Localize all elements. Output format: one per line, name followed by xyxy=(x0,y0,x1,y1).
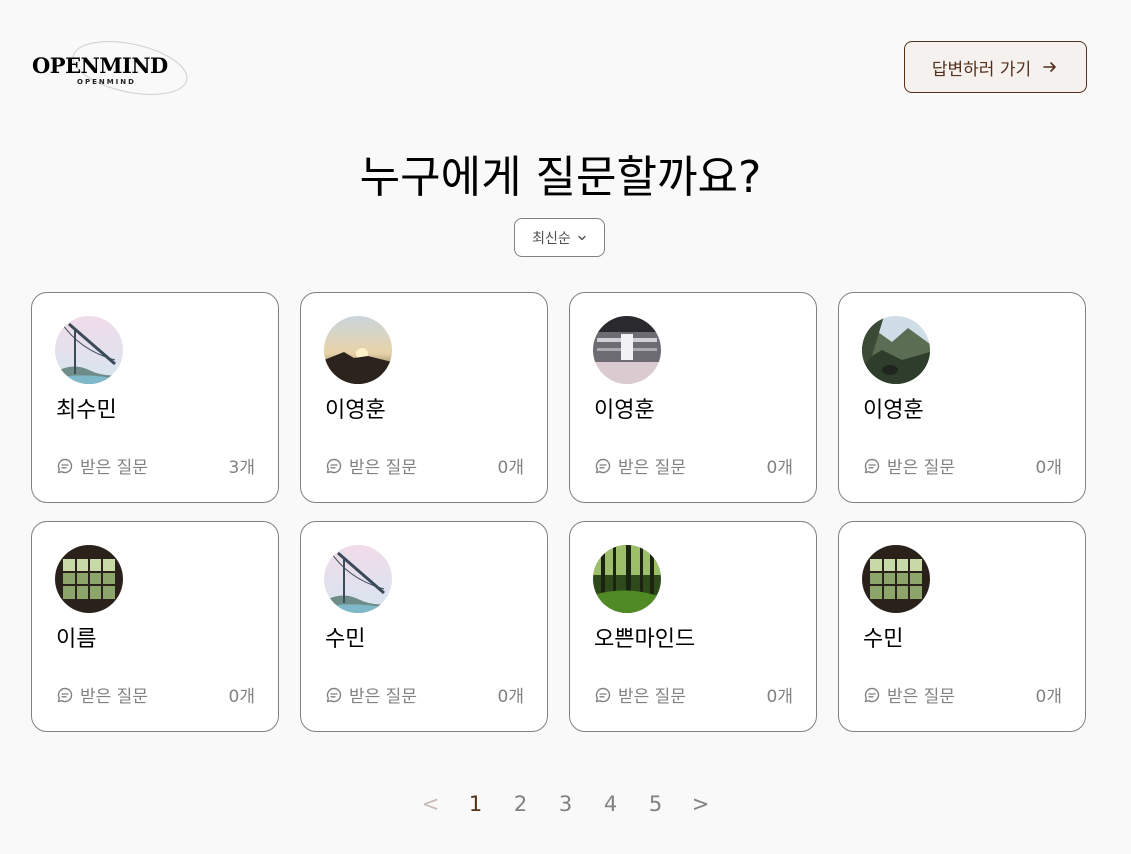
next-page-button[interactable]: > xyxy=(678,786,723,822)
avatar xyxy=(862,316,930,384)
logo-subtext: OPENMIND xyxy=(77,78,136,86)
question-stats: 받은 질문 3개 xyxy=(56,453,255,478)
question-count: 0개 xyxy=(766,458,793,478)
subject-card-grid: 최수민 받은 질문 3개 이영훈 받은 질문 0개 이영훈 받은 질문 0개 이… xyxy=(31,292,1086,732)
page-5-button[interactable]: 5 xyxy=(633,786,678,822)
questions-label: 받은 질문 xyxy=(618,458,686,478)
page-title: 누구에게 질문할까요? xyxy=(359,152,762,203)
questions-label: 받은 질문 xyxy=(618,687,686,707)
questions-label: 받은 질문 xyxy=(887,687,955,707)
chevron-down-icon xyxy=(578,235,586,240)
subject-name: 이영훈 xyxy=(325,398,386,423)
sort-label: 최신순 xyxy=(532,230,571,247)
questions-label: 받은 질문 xyxy=(887,458,955,478)
subject-card[interactable]: 이영훈 받은 질문 0개 xyxy=(838,292,1086,503)
questions-label: 받은 질문 xyxy=(349,687,417,707)
question-count: 0개 xyxy=(497,458,524,478)
logo-wordmark: OPENMIND xyxy=(32,53,168,78)
message-icon xyxy=(595,458,611,473)
question-stats: 받은 질문 0개 xyxy=(863,682,1062,707)
subject-card[interactable]: 이영훈 받은 질문 0개 xyxy=(569,292,817,503)
question-stats: 받은 질문 0개 xyxy=(594,453,793,478)
page-2-button[interactable]: 2 xyxy=(498,786,543,822)
question-count: 0개 xyxy=(766,687,793,707)
subject-card[interactable]: 오쁜마인드 받은 질문 0개 xyxy=(569,521,817,732)
questions-label: 받은 질문 xyxy=(80,458,148,478)
page-3-button[interactable]: 3 xyxy=(543,786,588,822)
question-stats: 받은 질문 0개 xyxy=(863,453,1062,478)
question-label-group: 받은 질문 xyxy=(863,453,955,478)
subject-name: 오쁜마인드 xyxy=(594,627,696,652)
question-stats: 받은 질문 0개 xyxy=(56,682,255,707)
arrow-right-icon xyxy=(1043,62,1056,72)
question-label-group: 받은 질문 xyxy=(56,453,148,478)
question-count: 0개 xyxy=(1035,687,1062,707)
message-icon xyxy=(864,687,880,702)
question-count: 0개 xyxy=(228,687,255,707)
question-label-group: 받은 질문 xyxy=(325,453,417,478)
prev-page-button[interactable]: < xyxy=(408,786,453,822)
subject-card[interactable]: 이름 받은 질문 0개 xyxy=(31,521,279,732)
subject-card[interactable]: 최수민 받은 질문 3개 xyxy=(31,292,279,503)
question-label-group: 받은 질문 xyxy=(56,682,148,707)
avatar xyxy=(324,316,392,384)
question-label-group: 받은 질문 xyxy=(594,453,686,478)
subject-name: 이영훈 xyxy=(594,398,655,423)
go-answer-button[interactable]: 답변하러 가기 xyxy=(904,41,1087,93)
avatar xyxy=(593,316,661,384)
message-icon xyxy=(595,687,611,702)
avatar xyxy=(593,545,661,613)
subject-card[interactable]: 수민 받은 질문 0개 xyxy=(300,521,548,732)
subject-card[interactable]: 수민 받은 질문 0개 xyxy=(838,521,1086,732)
subject-name: 최수민 xyxy=(56,398,117,423)
question-stats: 받은 질문 0개 xyxy=(325,682,524,707)
logo[interactable]: OPENMIND OPENMIND xyxy=(32,38,196,100)
question-count: 0개 xyxy=(497,687,524,707)
subject-name: 이영훈 xyxy=(863,398,924,423)
avatar xyxy=(55,316,123,384)
message-icon xyxy=(864,458,880,473)
question-stats: 받은 질문 0개 xyxy=(594,682,793,707)
go-answer-label: 답변하러 가기 xyxy=(931,59,1032,80)
questions-label: 받은 질문 xyxy=(80,687,148,707)
questions-label: 받은 질문 xyxy=(349,458,417,478)
question-count: 3개 xyxy=(228,458,255,478)
message-icon xyxy=(326,458,342,473)
message-icon xyxy=(57,458,73,473)
question-label-group: 받은 질문 xyxy=(325,682,417,707)
page-4-button[interactable]: 4 xyxy=(588,786,633,822)
message-icon xyxy=(57,687,73,702)
question-label-group: 받은 질문 xyxy=(594,682,686,707)
message-icon xyxy=(326,687,342,702)
page-1-button[interactable]: 1 xyxy=(453,786,498,822)
avatar xyxy=(55,545,123,613)
subject-card[interactable]: 이영훈 받은 질문 0개 xyxy=(300,292,548,503)
subject-name: 수민 xyxy=(325,627,366,652)
pagination: <1 2 3 4 5 > xyxy=(0,786,1131,822)
avatar xyxy=(862,545,930,613)
avatar xyxy=(324,545,392,613)
question-count: 0개 xyxy=(1035,458,1062,478)
sort-dropdown[interactable]: 최신순 xyxy=(514,218,605,257)
question-stats: 받은 질문 0개 xyxy=(325,453,524,478)
subject-name: 수민 xyxy=(863,627,904,652)
subject-name: 이름 xyxy=(56,627,97,652)
question-label-group: 받은 질문 xyxy=(863,682,955,707)
